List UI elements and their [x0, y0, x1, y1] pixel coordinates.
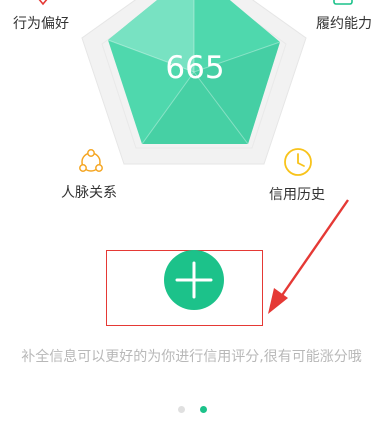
heart-shield-icon — [30, 0, 56, 12]
add-info-button[interactable] — [164, 250, 224, 310]
label-behavior-preference[interactable]: 行为偏好 — [13, 13, 69, 33]
page-dot-inactive[interactable] — [178, 406, 185, 413]
network-people-icon — [76, 147, 106, 181]
annotation-arrow — [268, 199, 349, 314]
label-connections[interactable]: 人脉关系 — [61, 182, 117, 202]
plus-icon — [175, 261, 213, 299]
page-dot-active[interactable] — [200, 406, 207, 413]
hint-text: 补全信息可以更好的为你进行信用评分,很有可能涨分哦 — [21, 349, 362, 365]
label-fulfillment-capability[interactable]: 履约能力 — [316, 13, 372, 33]
clock-icon — [282, 146, 314, 182]
pagination-dots — [178, 406, 212, 416]
plus-square-icon — [332, 0, 354, 12]
credit-score: 665 — [165, 50, 225, 86]
